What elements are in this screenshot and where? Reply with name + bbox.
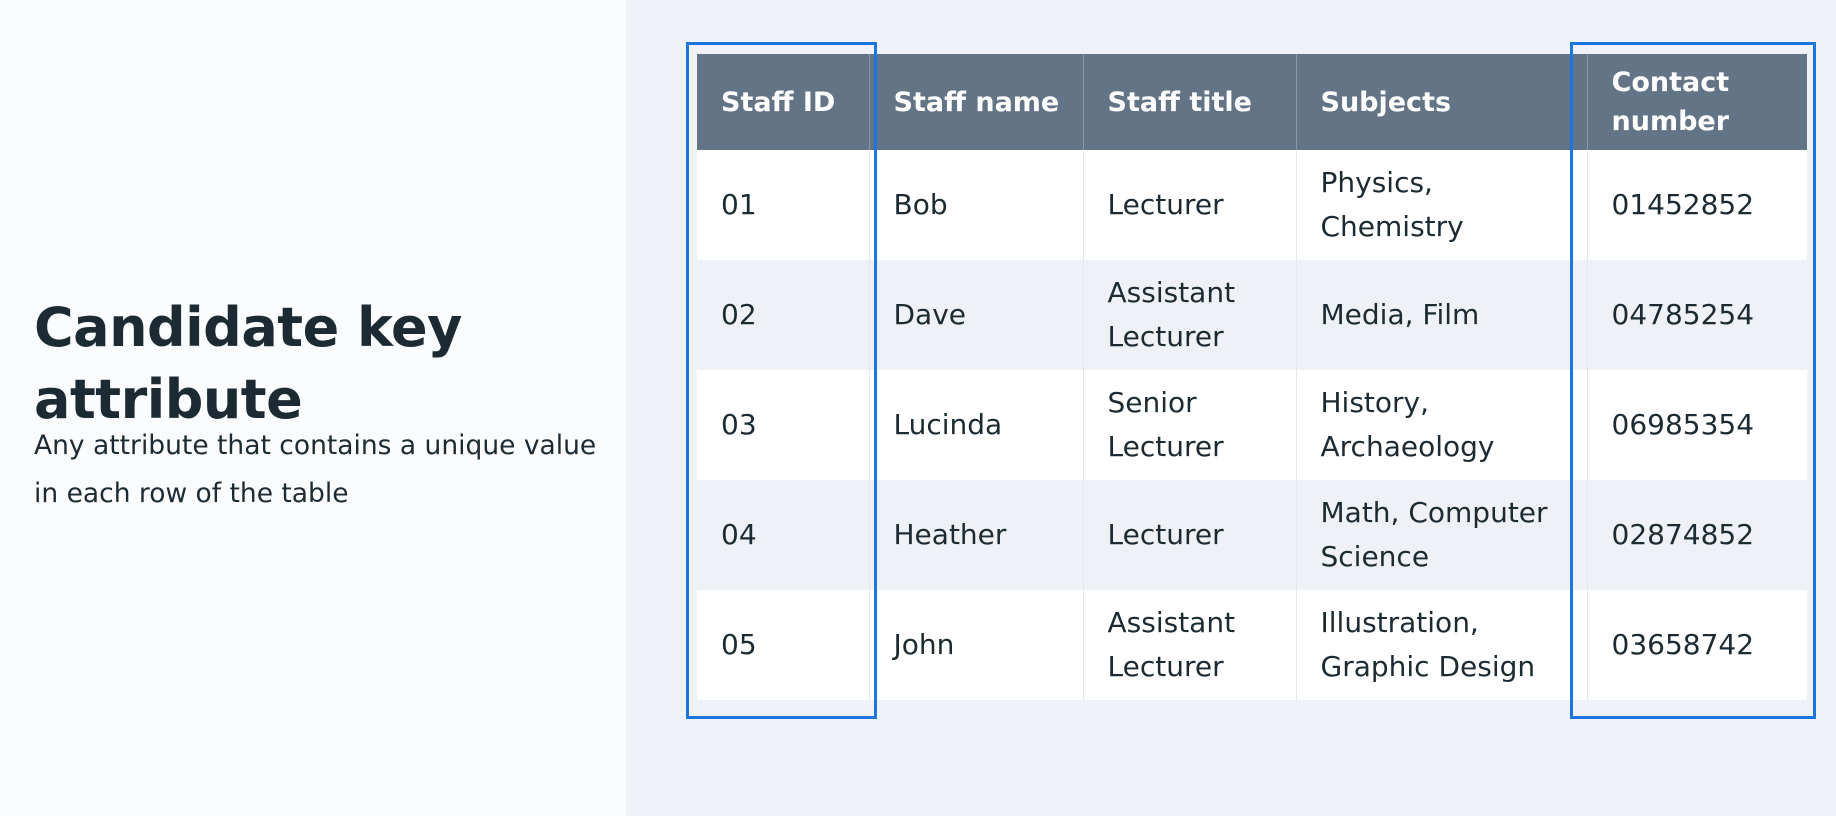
cell-staff-name: Dave [869,260,1084,370]
cell-contact-number: 03658742 [1587,590,1807,700]
cell-contact-number: 02874852 [1587,480,1807,590]
column-header-contact-number: Contact number [1587,54,1807,150]
cell-staff-id: 01 [697,150,870,260]
cell-staff-id: 05 [697,590,870,700]
cell-staff-id: 03 [697,370,870,480]
cell-subjects: Math, Computer Science [1296,480,1588,590]
cell-contact-number: 04785254 [1587,260,1807,370]
slide: Candidate key attribute Any attribute th… [0,0,1836,816]
cell-subjects: Media, Film [1296,260,1588,370]
column-header-staff-title: Staff title [1083,54,1297,150]
cell-staff-name: John [869,590,1084,700]
column-header-subjects: Subjects [1296,54,1588,150]
table-row: 02 Dave Assistant Lecturer Media, Film 0… [697,260,1807,370]
cell-staff-title: Lecturer [1083,480,1297,590]
slide-title: Candidate key attribute [34,296,462,431]
column-header-staff-name: Staff name [869,54,1084,150]
cell-staff-title: Lecturer [1083,150,1297,260]
table-row: 03 Lucinda Senior Lecturer History, Arch… [697,370,1807,480]
cell-subjects: Physics, Chemistry [1296,150,1588,260]
table-row: 04 Heather Lecturer Math, Computer Scien… [697,480,1807,590]
cell-contact-number: 06985354 [1587,370,1807,480]
cell-staff-title: Senior Lecturer [1083,370,1297,480]
cell-staff-title: Assistant Lecturer [1083,590,1297,700]
cell-staff-id: 04 [697,480,870,590]
table-row: 01 Bob Lecturer Physics, Chemistry 01452… [697,150,1807,260]
cell-subjects: Illustration, Graphic Design [1296,590,1588,700]
column-header-staff-id: Staff ID [697,54,870,150]
cell-staff-name: Heather [869,480,1084,590]
staff-table: Staff ID Staff name Staff title Subjects… [697,54,1807,700]
table-header-row: Staff ID Staff name Staff title Subjects… [697,54,1807,150]
cell-contact-number: 01452852 [1587,150,1807,260]
table-row: 05 John Assistant Lecturer Illustration,… [697,590,1807,700]
cell-staff-id: 02 [697,260,870,370]
slide-description: Any attribute that contains a unique val… [34,430,597,509]
cell-staff-title: Assistant Lecturer [1083,260,1297,370]
cell-staff-name: Lucinda [869,370,1084,480]
cell-subjects: History, Archaeology [1296,370,1588,480]
cell-staff-name: Bob [869,150,1084,260]
